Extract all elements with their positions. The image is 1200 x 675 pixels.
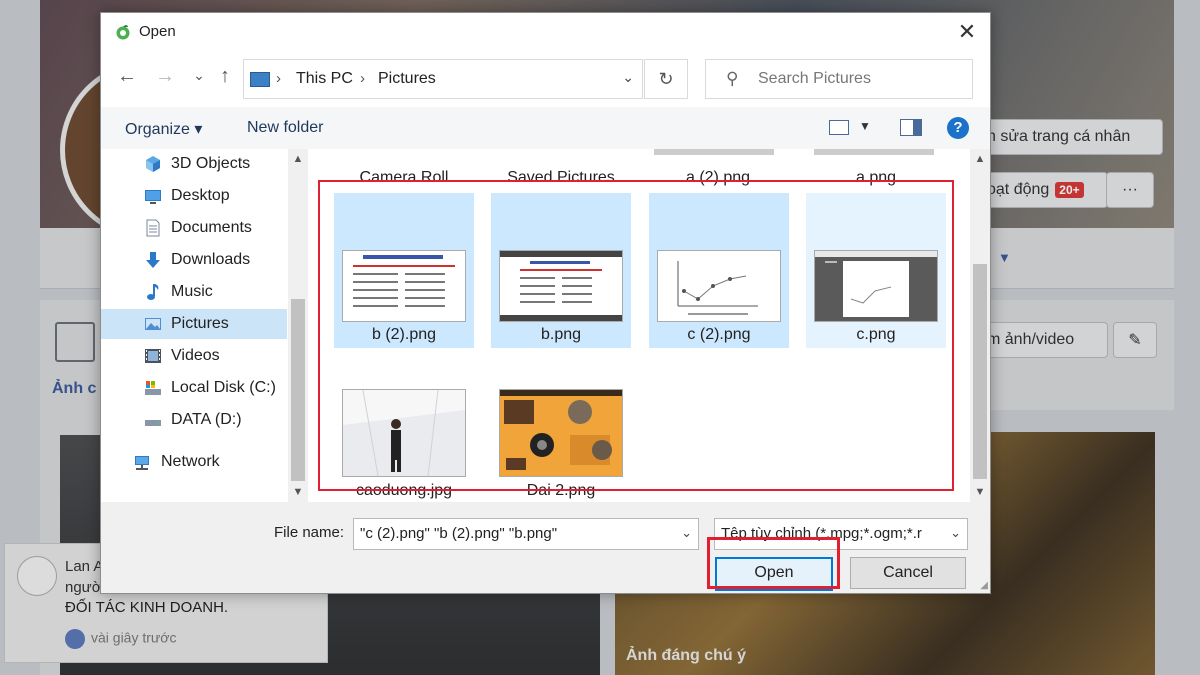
chevron-down-icon[interactable]: ▼ [859,119,871,133]
open-file-dialog: Open ✕ ← → ⌄ ↑ › This PC › Pictures ⌄ ↻ … [100,12,991,594]
navigation-pane: 3D Objects Desktop Documents Downloads M… [101,149,309,502]
dialog-footer: File name: "c (2).png" "b (2).png" "b.pn… [101,502,990,593]
file-list: Camera Roll Saved Pictures a (2).png a.p… [309,149,990,502]
nav-item-local-disk-c[interactable]: Local Disk (C:) [101,373,287,403]
dialog-title: Open [139,23,176,40]
nav-item-music[interactable]: Music [101,277,287,307]
file-tile-b-2-png[interactable]: b (2).png [334,193,474,348]
nav-item-videos[interactable]: Videos [101,341,287,371]
file-tile-c-2-png[interactable]: c (2).png [649,193,789,348]
nav-item-network[interactable]: Network [101,447,287,477]
image-thumbnail [657,250,781,322]
command-toolbar: Organize ▾ New folder ▼ ? [101,107,990,149]
nav-item-3d-objects[interactable]: 3D Objects [101,149,287,179]
nav-item-documents[interactable]: Documents [101,213,287,243]
view-options-icon[interactable] [829,120,849,135]
network-icon [135,456,149,470]
back-button[interactable]: ← [115,65,139,88]
cancel-button[interactable]: Cancel [850,557,966,589]
image-thumbnail [814,250,938,322]
folder-camera-roll[interactable]: Camera Roll [324,169,484,187]
video-icon [145,349,161,363]
app-icon [116,25,130,40]
chevron-down-icon[interactable]: ⌄ [622,69,634,86]
new-folder-button[interactable]: New folder [247,119,323,137]
folder-saved-pictures[interactable]: Saved Pictures [481,169,641,187]
image-thumbnail [499,250,623,322]
document-icon [146,219,160,237]
music-icon [147,284,159,300]
nav-item-desktop[interactable]: Desktop [101,181,287,211]
file-tile-caoduong-jpg[interactable]: caoduong.jpg [334,349,474,504]
chevron-down-icon[interactable]: ⌄ [681,525,692,541]
file-tile-dai-2-png[interactable]: Dai 2.png [491,349,631,504]
file-name-label: File name: [274,524,345,541]
breadcrumb-this-pc[interactable]: This PC [296,70,353,88]
drive-icon [145,420,161,426]
chevron-down-icon[interactable]: ⌄ [950,525,961,541]
search-icon: ⚲ [726,69,739,88]
file-a-png[interactable]: a.png [796,169,956,187]
image-thumbnail [499,389,623,477]
open-button[interactable]: Open [715,557,833,591]
navigation-bar: ← → ⌄ ↑ › This PC › Pictures ⌄ ↻ ⚲ Searc… [101,51,990,107]
search-placeholder: Search Pictures [758,70,871,87]
organize-menu[interactable]: Organize ▾ [125,119,202,139]
up-button[interactable]: ↑ [213,65,237,88]
file-tile-c-png[interactable]: c.png [806,193,946,348]
forward-button[interactable]: → [153,65,177,88]
image-thumbnail [342,250,466,322]
desktop-icon [145,190,161,204]
resize-grip[interactable]: ◢ [980,580,988,591]
scrollbar-thumb [973,264,987,479]
nav-item-pictures[interactable]: Pictures [101,309,287,339]
search-input[interactable]: ⚲ Search Pictures [705,59,973,99]
scrollbar-thumb [291,299,305,481]
dialog-titlebar[interactable]: Open ✕ [101,13,990,51]
pictures-icon [145,318,161,330]
file-type-select[interactable]: Tệp tùy chỉnh (*.mpg;*.ogm;*.r ⌄ [714,518,968,550]
cube-icon [146,156,160,172]
nav-item-downloads[interactable]: Downloads [101,245,287,275]
file-list-scrollbar[interactable]: ▲ ▼ [970,149,990,502]
nav-pane-scrollbar[interactable]: ▲ ▼ [288,149,308,502]
file-name-field[interactable]: "c (2).png" "b (2).png" "b.png" ⌄ [353,518,699,550]
breadcrumb-pictures[interactable]: Pictures [378,70,436,88]
download-icon [146,252,160,268]
help-icon[interactable]: ? [947,117,969,139]
file-a-2-png[interactable]: a (2).png [638,169,798,187]
file-tile-b-png[interactable]: b.png [491,193,631,348]
file-type-value: Tệp tùy chỉnh (*.mpg;*.ogm;*.r [721,525,922,542]
this-pc-icon [250,72,270,87]
close-button[interactable]: ✕ [952,17,982,47]
address-bar[interactable]: › This PC › Pictures ⌄ [243,59,643,99]
image-thumbnail [342,389,466,477]
recent-locations-button[interactable]: ⌄ [187,67,211,84]
preview-pane-icon[interactable] [900,119,922,136]
refresh-button[interactable]: ↻ [644,59,688,99]
nav-item-data-d[interactable]: DATA (D:) [101,405,287,435]
disk-icon [145,381,161,395]
file-name-value: "c (2).png" "b (2).png" "b.png" [360,525,558,542]
